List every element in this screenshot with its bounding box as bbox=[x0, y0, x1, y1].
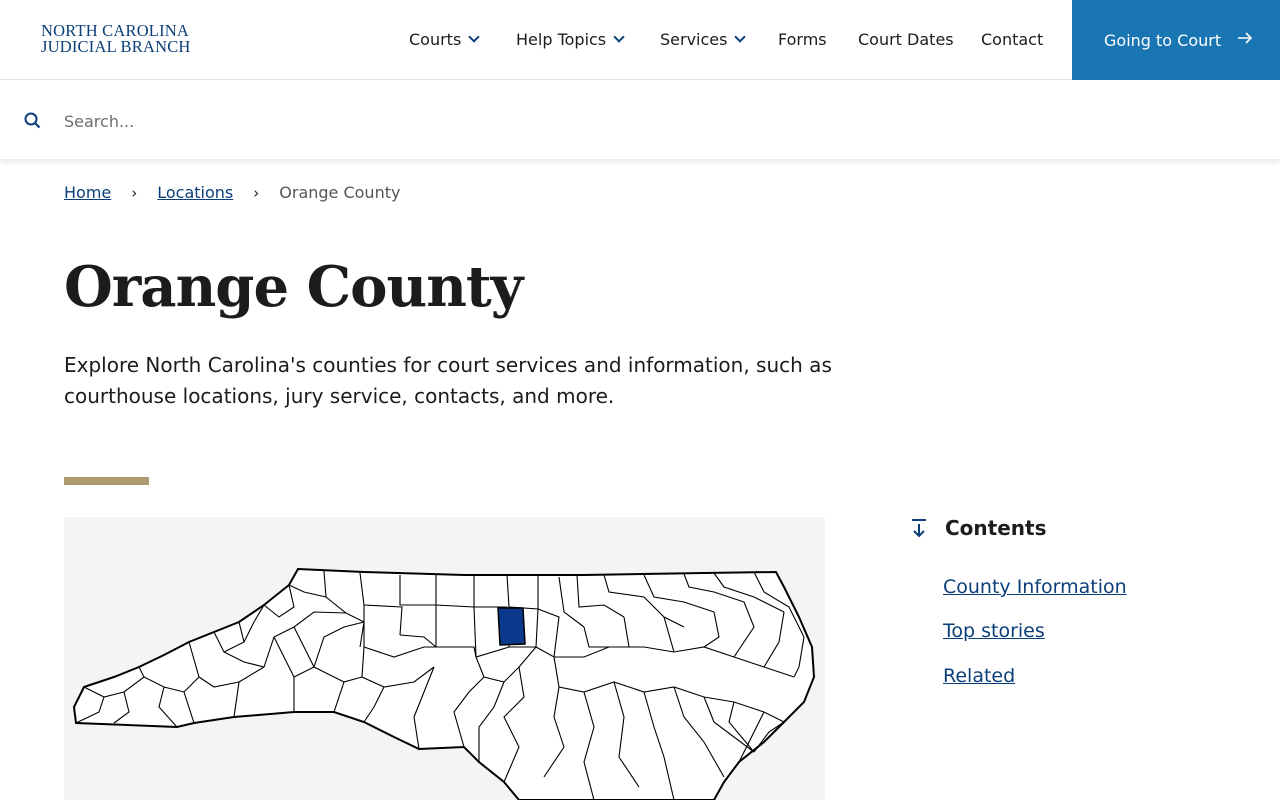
contents-link-related[interactable]: Related bbox=[943, 665, 1015, 687]
nav-forms-label: Forms bbox=[778, 30, 827, 49]
going-to-court-button[interactable]: Going to Court bbox=[1072, 0, 1280, 80]
nav-courts[interactable]: Courts bbox=[409, 30, 480, 49]
chevron-down-icon bbox=[613, 31, 625, 43]
chevron-right-icon: › bbox=[253, 183, 260, 202]
search-bar bbox=[0, 81, 1280, 160]
search-icon[interactable] bbox=[24, 112, 41, 129]
chevron-down-icon bbox=[734, 31, 747, 43]
nc-county-map bbox=[72, 567, 816, 800]
nav-courts-label: Courts bbox=[409, 30, 462, 49]
arrow-down-to-line-icon bbox=[910, 517, 928, 539]
going-to-court-label: Going to Court bbox=[1104, 30, 1222, 50]
nav-help-topics-label: Help Topics bbox=[516, 30, 607, 49]
breadcrumb-current: Orange County bbox=[279, 183, 401, 202]
contents-link-county-information[interactable]: County Information bbox=[943, 576, 1127, 598]
site-header: NORTH CAROLINA JUDICIAL BRANCH Courts He… bbox=[0, 0, 1280, 80]
orange-county-highlight bbox=[497, 607, 526, 646]
accent-divider bbox=[64, 477, 149, 485]
page-lead: Explore North Carolina's counties for co… bbox=[64, 353, 832, 408]
contents-link-top-stories[interactable]: Top stories bbox=[943, 620, 1045, 642]
chevron-down-icon bbox=[468, 31, 480, 43]
site-logo[interactable]: NORTH CAROLINA JUDICIAL BRANCH bbox=[41, 22, 191, 56]
search-input[interactable] bbox=[64, 107, 1244, 135]
chevron-right-icon: › bbox=[131, 183, 138, 202]
nav-services-label: Services bbox=[660, 30, 728, 49]
contents-panel: Contents County Information Top stories … bbox=[908, 516, 1248, 687]
logo-line-2: JUDICIAL BRANCH bbox=[41, 37, 191, 56]
nav-services[interactable]: Services bbox=[660, 30, 747, 49]
arrow-right-icon bbox=[1237, 30, 1253, 50]
page-title: Orange County bbox=[64, 254, 523, 320]
nav-contact[interactable]: Contact bbox=[981, 30, 1043, 49]
nav-court-dates[interactable]: Court Dates bbox=[858, 30, 954, 49]
contents-heading: Contents bbox=[908, 516, 1248, 540]
nav-contact-label: Contact bbox=[981, 30, 1044, 49]
breadcrumb: Home › Locations › Orange County bbox=[64, 183, 400, 202]
breadcrumb-locations[interactable]: Locations bbox=[157, 183, 233, 202]
contents-heading-label: Contents bbox=[945, 516, 1047, 540]
nav-help-topics[interactable]: Help Topics bbox=[516, 30, 625, 49]
nav-court-dates-label: Court Dates bbox=[858, 30, 954, 49]
county-map bbox=[64, 517, 825, 800]
breadcrumb-home[interactable]: Home bbox=[64, 183, 111, 202]
nav-forms[interactable]: Forms bbox=[778, 30, 827, 49]
